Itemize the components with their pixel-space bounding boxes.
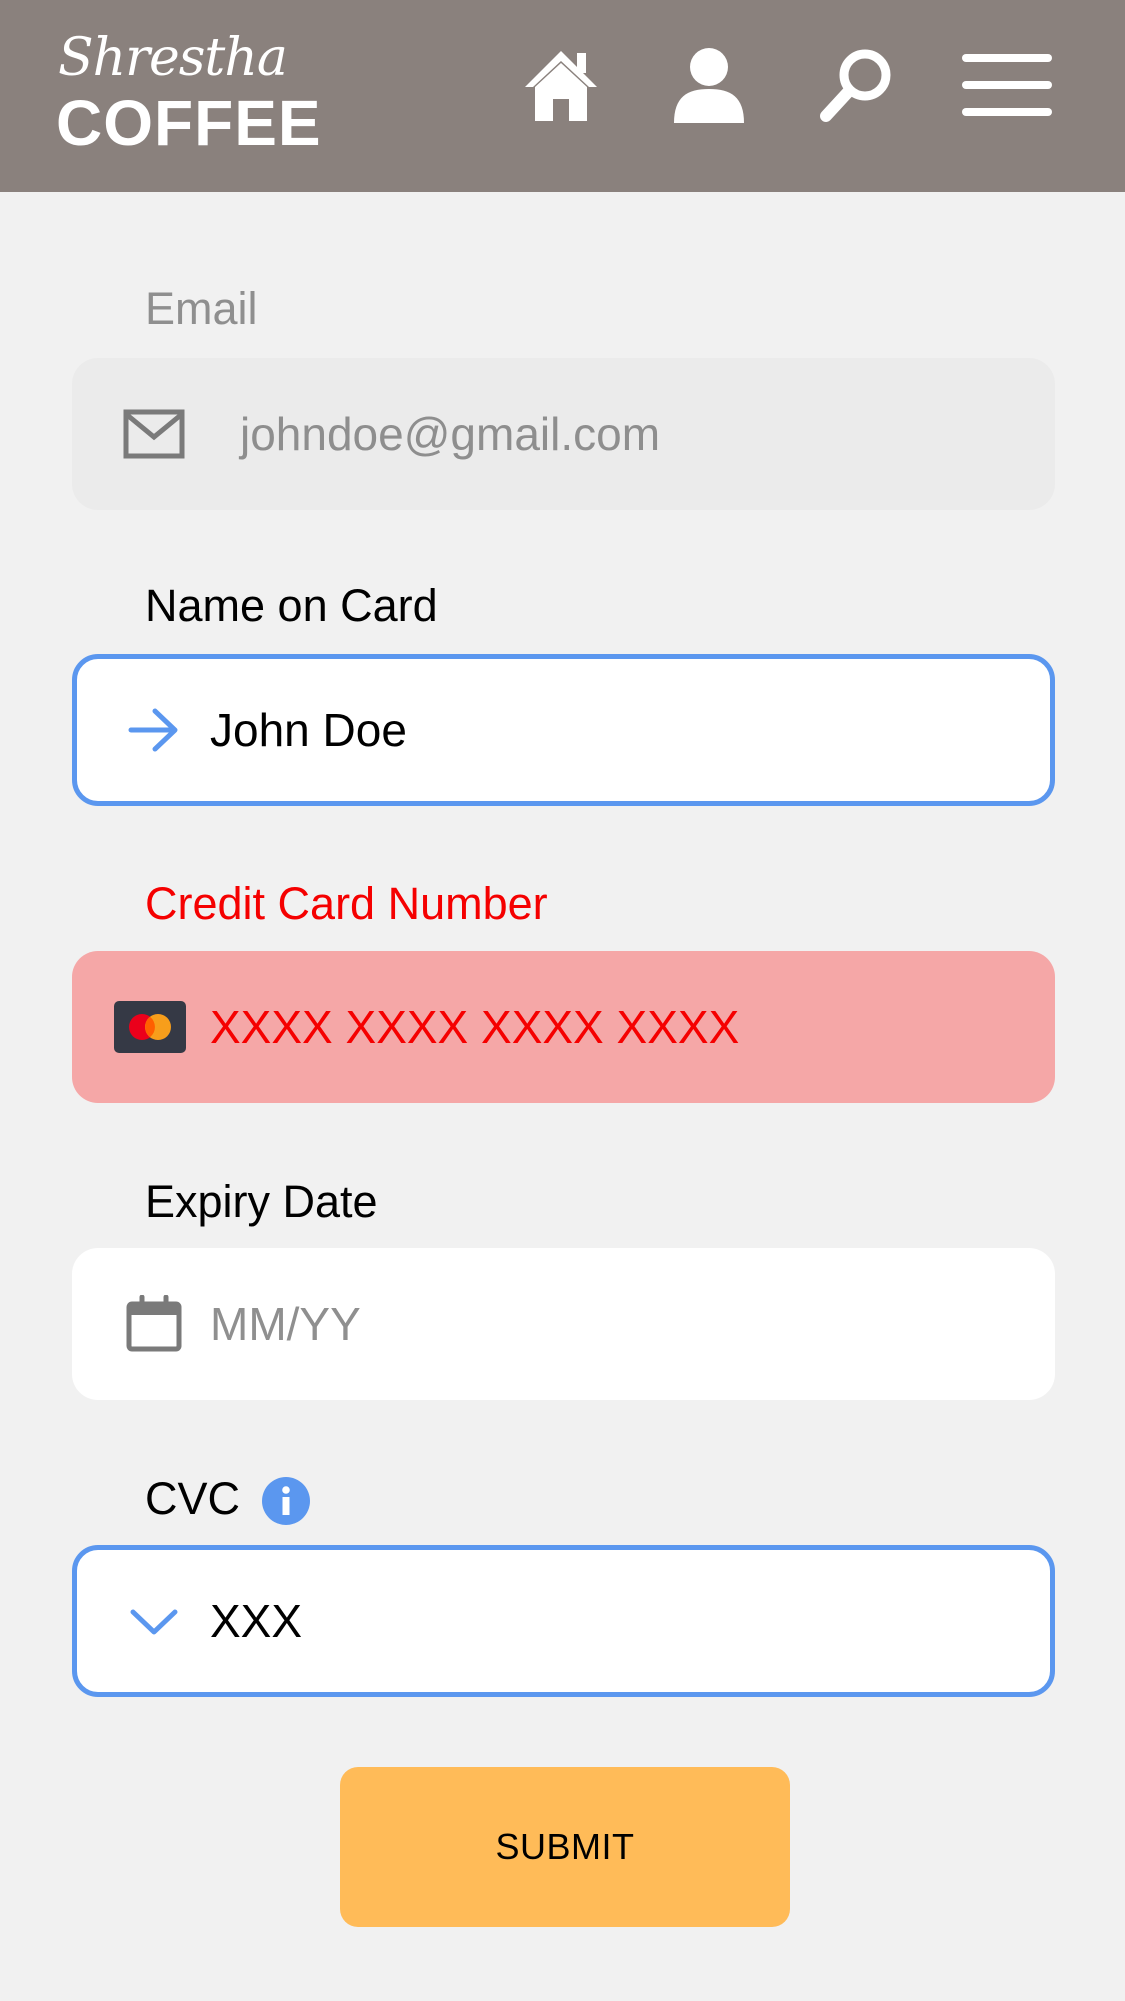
app-header: Shrestha COFFEE	[0, 0, 1125, 192]
calendar-icon	[120, 1290, 188, 1358]
mastercard-icon	[114, 993, 186, 1061]
expiry-date-field[interactable]: MM/YY	[72, 1248, 1055, 1400]
name-on-card-field[interactable]: John Doe	[72, 654, 1055, 806]
brand-logo[interactable]: Shrestha COFFEE	[56, 26, 321, 158]
expiry-date-placeholder: MM/YY	[210, 1298, 361, 1350]
name-on-card-label: Name on Card	[145, 580, 438, 631]
cvc-label-row: CVC	[145, 1472, 311, 1526]
menu-icon[interactable]	[962, 40, 1052, 130]
cvc-value: XXX	[210, 1595, 303, 1647]
mail-icon	[120, 400, 188, 468]
arrow-right-icon	[120, 696, 188, 764]
user-icon[interactable]	[664, 40, 754, 130]
cvc-label: CVC	[145, 1473, 241, 1524]
expiry-date-label: Expiry Date	[145, 1176, 378, 1227]
chevron-down-icon[interactable]	[120, 1587, 188, 1655]
cvc-field[interactable]: XXX	[72, 1545, 1055, 1697]
search-icon[interactable]	[812, 40, 902, 130]
card-number-value: XXXX XXXX XXXX XXXX	[210, 1001, 740, 1053]
info-icon[interactable]	[262, 1477, 311, 1525]
brand-name: COFFEE	[56, 87, 322, 159]
card-number-label: Credit Card Number	[145, 878, 548, 929]
email-field: johndoe@gmail.com	[72, 358, 1055, 510]
home-icon[interactable]	[516, 40, 606, 130]
email-label: Email	[145, 283, 258, 334]
name-on-card-value: John Doe	[210, 704, 407, 756]
card-number-field[interactable]: XXXX XXXX XXXX XXXX	[72, 951, 1055, 1103]
brand-script: Shrestha	[58, 28, 288, 88]
submit-button[interactable]: SUBMIT	[340, 1767, 790, 1927]
email-value: johndoe@gmail.com	[240, 408, 661, 460]
